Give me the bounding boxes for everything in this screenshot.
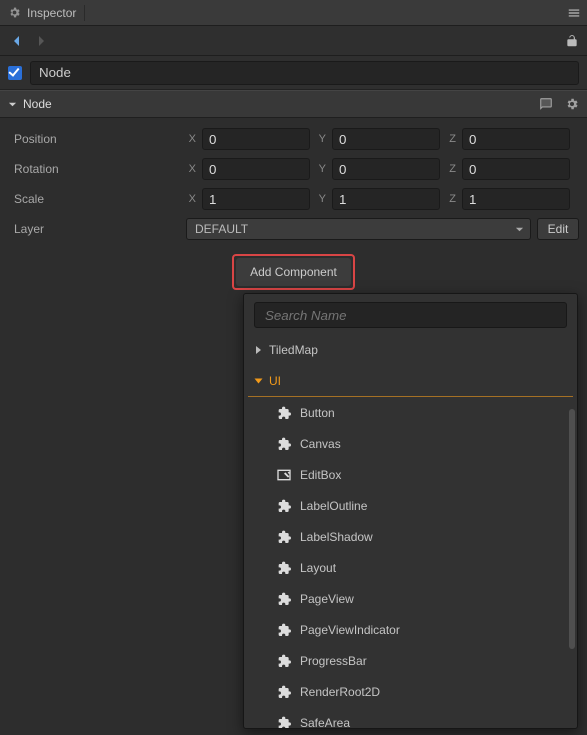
node-section-header[interactable]: Node bbox=[0, 90, 587, 118]
component-tree: TiledMap UI Button Canvas EditBox LabelOutl… bbox=[244, 334, 577, 728]
editbox-icon bbox=[276, 467, 292, 483]
rotation-x-input[interactable] bbox=[202, 158, 310, 180]
category-divider bbox=[248, 396, 573, 397]
triangle-down-icon bbox=[255, 378, 263, 383]
puzzle-icon bbox=[276, 622, 292, 638]
component-item-labeloutline[interactable]: LabelOutline bbox=[244, 490, 577, 521]
category-ui[interactable]: UI bbox=[244, 365, 577, 396]
lock-icon[interactable] bbox=[565, 34, 579, 48]
history-navbar bbox=[0, 26, 587, 56]
puzzle-icon bbox=[276, 684, 292, 700]
menu-icon[interactable] bbox=[567, 6, 581, 20]
position-x-input[interactable] bbox=[202, 128, 310, 150]
rotation-row: Rotation X Y Z bbox=[8, 154, 579, 184]
component-item-safearea[interactable]: SafeArea bbox=[244, 707, 577, 728]
component-search-input[interactable] bbox=[254, 302, 567, 328]
component-item-label: RenderRoot2D bbox=[300, 685, 380, 699]
puzzle-icon bbox=[276, 436, 292, 452]
rotation-z-input[interactable] bbox=[462, 158, 570, 180]
position-label: Position bbox=[8, 132, 180, 146]
help-icon[interactable] bbox=[539, 97, 553, 111]
add-component-button[interactable]: Add Component bbox=[236, 258, 351, 286]
component-item-pageviewindicator[interactable]: PageViewIndicator bbox=[244, 614, 577, 645]
component-item-progressbar[interactable]: ProgressBar bbox=[244, 645, 577, 676]
category-label: TiledMap bbox=[269, 343, 318, 357]
component-item-label: Button bbox=[300, 406, 335, 420]
axis-x-label: X bbox=[186, 133, 196, 145]
component-item-label: ProgressBar bbox=[300, 654, 367, 668]
component-item-editbox[interactable]: EditBox bbox=[244, 459, 577, 490]
component-item-label: Layout bbox=[300, 561, 336, 575]
node-active-checkbox[interactable] bbox=[8, 66, 22, 80]
scrollbar-thumb[interactable] bbox=[569, 409, 575, 649]
layer-edit-button[interactable]: Edit bbox=[537, 218, 579, 240]
component-item-button[interactable]: Button bbox=[244, 397, 577, 428]
layer-value: DEFAULT bbox=[195, 222, 248, 236]
axis-y-label: Y bbox=[316, 133, 326, 145]
component-item-label: Canvas bbox=[300, 437, 341, 451]
puzzle-icon bbox=[276, 405, 292, 421]
rotation-y-input[interactable] bbox=[332, 158, 440, 180]
nav-forward-button[interactable] bbox=[32, 33, 50, 49]
layer-select[interactable]: DEFAULT bbox=[186, 218, 531, 240]
puzzle-icon bbox=[276, 715, 292, 729]
nav-back-button[interactable] bbox=[8, 33, 26, 49]
component-item-label: PageViewIndicator bbox=[300, 623, 400, 637]
axis-z-label: Z bbox=[446, 133, 456, 145]
position-row: Position X Y Z bbox=[8, 124, 579, 154]
component-item-label: PageView bbox=[300, 592, 354, 606]
titlebar-separator bbox=[84, 5, 85, 21]
component-item-label: EditBox bbox=[300, 468, 341, 482]
component-item-renderroot2d[interactable]: RenderRoot2D bbox=[244, 676, 577, 707]
category-tiledmap[interactable]: TiledMap bbox=[244, 334, 577, 365]
component-item-pageview[interactable]: PageView bbox=[244, 583, 577, 614]
chevron-down-icon bbox=[8, 100, 17, 109]
position-z-input[interactable] bbox=[462, 128, 570, 150]
component-item-label: SafeArea bbox=[300, 716, 350, 729]
puzzle-icon bbox=[276, 591, 292, 607]
inspector-titlebar: Inspector bbox=[0, 0, 587, 26]
component-item-label: LabelShadow bbox=[300, 530, 373, 544]
component-item-label: LabelOutline bbox=[300, 499, 367, 513]
add-component-panel: TiledMap UI Button Canvas EditBox LabelOutl… bbox=[243, 293, 578, 729]
scale-y-input[interactable] bbox=[332, 188, 440, 210]
node-name-input[interactable] bbox=[30, 61, 579, 85]
node-section-title: Node bbox=[23, 97, 527, 111]
scale-row: Scale X Y Z bbox=[8, 184, 579, 214]
chevron-down-icon bbox=[515, 225, 524, 234]
layer-row: Layer DEFAULT Edit bbox=[8, 214, 579, 244]
settings-icon[interactable] bbox=[565, 97, 579, 111]
puzzle-icon bbox=[276, 529, 292, 545]
scale-label: Scale bbox=[8, 192, 180, 206]
component-item-labelshadow[interactable]: LabelShadow bbox=[244, 521, 577, 552]
category-label: UI bbox=[269, 374, 281, 388]
scale-x-input[interactable] bbox=[202, 188, 310, 210]
inspector-title: Inspector bbox=[27, 6, 76, 20]
component-item-layout[interactable]: Layout bbox=[244, 552, 577, 583]
gear-icon bbox=[8, 6, 21, 19]
node-name-row bbox=[0, 56, 587, 90]
component-item-canvas[interactable]: Canvas bbox=[244, 428, 577, 459]
rotation-label: Rotation bbox=[8, 162, 180, 176]
puzzle-icon bbox=[276, 653, 292, 669]
scale-z-input[interactable] bbox=[462, 188, 570, 210]
puzzle-icon bbox=[276, 498, 292, 514]
puzzle-icon bbox=[276, 560, 292, 576]
triangle-right-icon bbox=[256, 346, 261, 354]
position-y-input[interactable] bbox=[332, 128, 440, 150]
layer-label: Layer bbox=[8, 222, 180, 236]
